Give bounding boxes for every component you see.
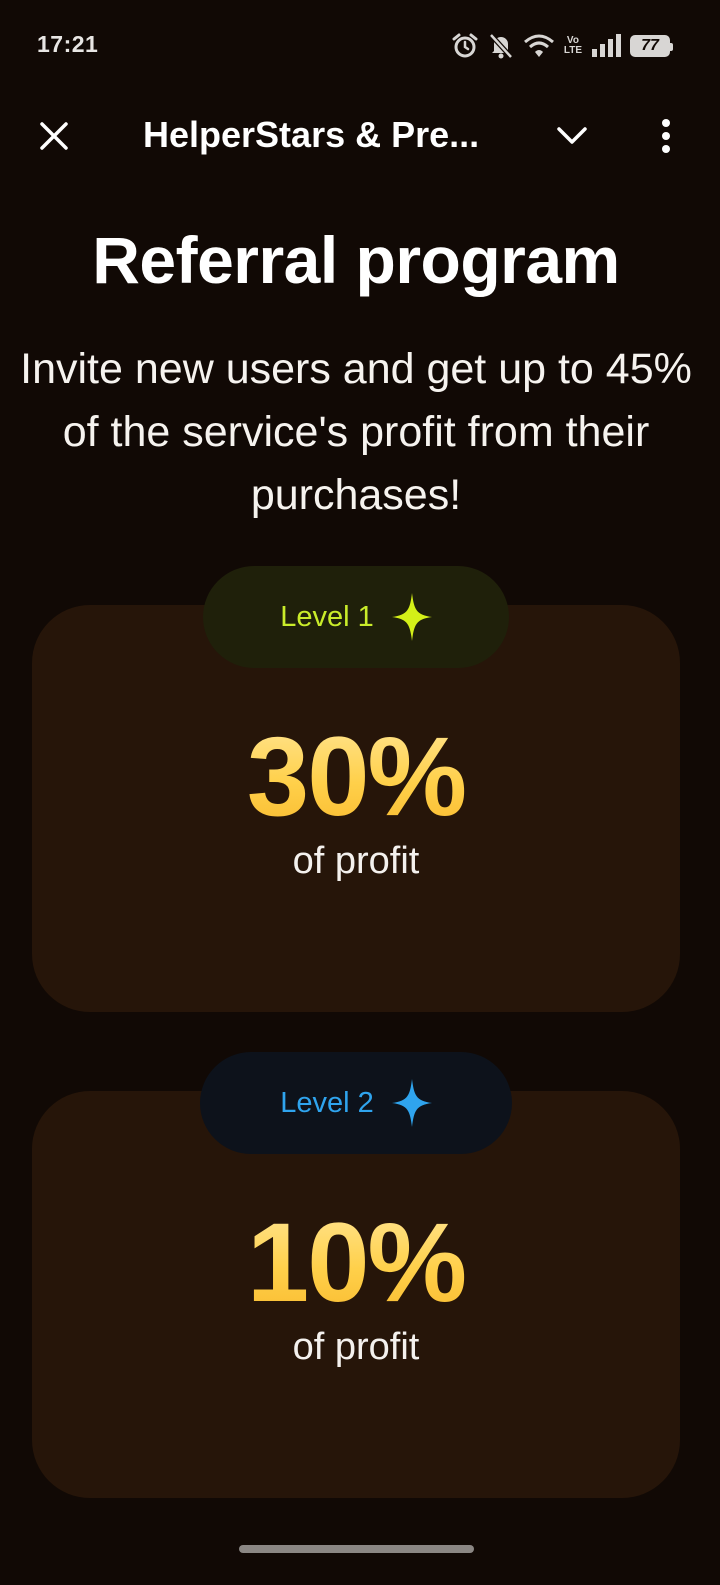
volte-icon: Vo LTE [564,36,582,56]
close-button[interactable] [30,112,78,160]
battery-level: 77 [641,37,659,54]
screen: 17:21 Vo LTE 77 HelperStars & Pre... Ref… [0,0,720,1585]
chevron-down-icon [557,127,587,144]
level-1-label: Level 1 [280,600,374,633]
status-bar: 17:21 Vo LTE 77 [0,0,720,90]
level-2-label: Level 2 [280,1086,374,1119]
page-subtitle: Invite new users and get up to 45% of th… [20,345,692,519]
page-title: Referral program [92,223,620,297]
level-1-badge: Level 1 [203,566,509,668]
status-time: 17:21 [37,31,99,57]
app-bar: HelperStars & Pre... [0,100,720,170]
alarm-icon [451,32,479,60]
collapse-button[interactable] [548,112,596,160]
wifi-icon [523,33,555,59]
level-1-caption: of profit [292,840,420,882]
level-2-caption: of profit [292,1326,420,1368]
level-1-percent: 30% [0,712,712,841]
more-options-button[interactable] [642,112,690,160]
sparkle-icon [391,593,432,641]
more-vertical-icon [662,119,670,153]
mute-icon [488,32,514,60]
level-2-badge: Level 2 [200,1052,512,1154]
battery-icon: 77 [630,35,673,57]
status-icons: Vo LTE 77 [451,30,673,62]
close-icon [40,122,68,150]
signal-icon [591,34,621,58]
sparkle-icon [391,1079,432,1127]
volte-bottom-label: LTE [563,45,582,56]
home-indicator[interactable] [239,1545,474,1553]
app-title: HelperStars & Pre... [143,114,480,155]
level-2-percent: 10% [0,1198,712,1327]
